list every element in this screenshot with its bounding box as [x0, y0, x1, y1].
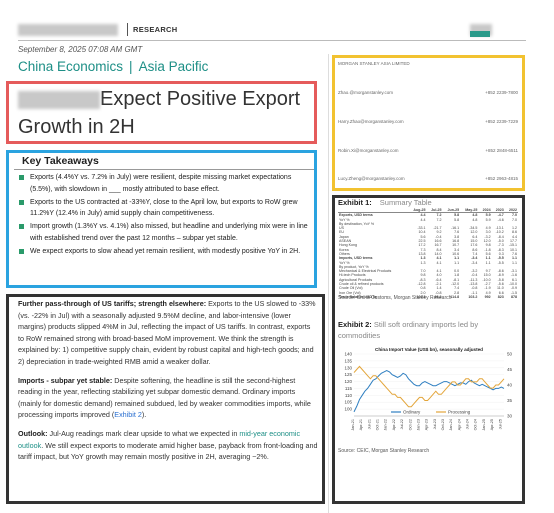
title-line2: Growth in 2H — [18, 116, 135, 138]
x-tick-label: Jul-22 — [400, 419, 404, 429]
x-tick-label: Jan-24 — [449, 419, 453, 431]
p3-lead: Outlook: — [18, 428, 48, 438]
research-label: RESEARCH — [133, 25, 178, 34]
header-divider — [127, 23, 128, 36]
x-tick-label: Apr-22 — [392, 419, 396, 430]
exhibit2-source: Source: CEIC, Morgan Stanley Research — [338, 448, 430, 454]
section-left[interactable]: China Economics — [18, 59, 123, 74]
x-tick-label: Jan-25 — [482, 419, 486, 431]
exhibit1-caption: Summary Table — [379, 198, 432, 207]
exhibit2-title: Exhibit 2: Still soft ordinary imports l… — [338, 319, 518, 341]
column-divider — [328, 54, 329, 513]
p1-text: Exports to the US slowed to -33% (vs. -2… — [18, 299, 316, 366]
header-rule — [18, 40, 526, 41]
table-cell: 823 — [497, 294, 504, 299]
x-tick-label: Jul-24 — [466, 419, 470, 429]
p1-lead: Further pass-through of US tariffs; stre… — [18, 299, 207, 308]
takeaways-rule — [14, 169, 314, 170]
takeaways-heading: Key Takeaways — [22, 155, 99, 167]
y-left-tick-label: 120 — [344, 379, 352, 384]
body-text: Further pass-through of US tariffs; stre… — [18, 298, 318, 470]
x-tick-label: Apr-21 — [359, 419, 363, 430]
x-tick-label: Jul-23 — [433, 419, 437, 429]
y-left-tick-label: 105 — [344, 400, 352, 405]
x-tick-label: Jan-22 — [384, 419, 388, 431]
y-left-tick-label: 140 — [344, 352, 352, 357]
contact-phone: +852 2963-4815 — [485, 176, 518, 181]
title-line1: Expect Positive Export — [100, 88, 301, 110]
exhibit1-title: Exhibit 1: Summary Table — [338, 198, 432, 207]
table-cell: 992 — [484, 294, 491, 299]
chart-title: China Import Value (US$ bn), seasonally … — [375, 347, 483, 352]
y-right-tick-label: 50 — [507, 352, 513, 357]
contact-phone: +852 2848-6511 — [485, 148, 518, 153]
contacts-org: MORGAN STANLEY ASIA LIMITED — [338, 61, 410, 66]
y-left-tick-label: 110 — [345, 393, 353, 398]
y-right-tick-label: 35 — [507, 398, 513, 403]
header-accent-bar — [470, 31, 490, 37]
redacted-title-word — [18, 90, 100, 109]
x-tick-label: Jul-25 — [498, 419, 502, 429]
section-separator: | — [129, 59, 133, 74]
y-right-tick-label: 45 — [507, 367, 513, 372]
p3-text1: Jul-Aug readings mark clear upside to wh… — [47, 428, 240, 438]
y-left-tick-label: 130 — [344, 365, 352, 370]
y-right-tick-label: 40 — [507, 383, 513, 388]
body-paragraph-3: Outlook: Jul-Aug readings mark clear ups… — [18, 428, 318, 463]
contact-row: Zhao.@morganstanley.com +852 2239-7800 — [338, 90, 518, 95]
y-left-tick-label: 100 — [344, 407, 352, 412]
contact-email[interactable]: Harry.Zhao@morganstanley.com — [338, 119, 404, 124]
summary-table: Aug-25 Jul-25 Jun-25 May-25 2024 2023 2022 Exp… — [338, 208, 518, 299]
contact-phone: +852 2239-7800 — [485, 90, 518, 95]
y-left-tick-label: 135 — [344, 358, 352, 363]
x-tick-label: Oct-22 — [408, 419, 412, 430]
x-tick-label: Apr-24 — [457, 419, 461, 430]
series-line-processing — [353, 365, 505, 408]
p3-text2: . We still expect exports to moderate am… — [18, 440, 318, 462]
body-paragraph-2: Imports - subpar yet stable: Despite sof… — [18, 375, 318, 421]
page-title: Expect Positive Export Growth in 2H — [18, 85, 318, 141]
body-paragraph-1: Further pass-through of US tariffs; stre… — [18, 298, 318, 368]
section-right[interactable]: Asia Pacific — [139, 59, 209, 74]
table-cell: 103.2 — [468, 294, 478, 299]
publisher-logo — [18, 24, 118, 36]
x-tick-label: Jul-21 — [367, 419, 371, 429]
x-tick-label: Oct-23 — [441, 419, 445, 430]
contact-phone: +852 2239-7229 — [485, 119, 518, 124]
y-left-tick-label: 125 — [344, 372, 352, 377]
table-cell: 878 — [511, 294, 517, 299]
import-value-chart: China Import Value (US$ bn), seasonally … — [344, 347, 513, 431]
p2-end: ). — [141, 410, 147, 420]
x-tick-label: Jan-23 — [416, 419, 420, 431]
contact-email[interactable]: Robin.Xi@morganstanley.com — [338, 148, 399, 153]
x-tick-label: Jan-21 — [351, 419, 355, 431]
x-tick-label: Apr-23 — [425, 419, 429, 430]
x-tick-label: Oct-21 — [376, 419, 380, 430]
contact-email[interactable]: Zhao.@morganstanley.com — [338, 90, 393, 95]
contact-row: Harry.Zhao@morganstanley.com +852 2239-72… — [338, 119, 518, 124]
publish-date: September 8, 2025 07:08 AM GMT — [18, 45, 143, 54]
contact-row: Lucy.Zheng@morganstanley.com +852 2963-48… — [338, 176, 518, 181]
legend-label-processing: Processing — [448, 410, 471, 415]
p2-lead: Imports - subpar yet stable: — [18, 375, 113, 385]
x-tick-label: Apr-25 — [490, 419, 494, 430]
takeaway-item: We expect exports to slow ahead yet rema… — [18, 246, 310, 258]
exhibit2-label: Exhibit 2: — [338, 320, 372, 329]
contact-email[interactable]: Lucy.Zheng@morganstanley.com — [338, 176, 405, 181]
takeaways-list: Exports (4.4%Y vs. 7.2% in July) were re… — [18, 172, 310, 259]
exhibit1-source: Source: China Customs, Morgan Stanley Re… — [338, 295, 452, 301]
exhibit2-link[interactable]: Exhibit 2 — [114, 410, 142, 419]
exhibit1-label: Exhibit 1: — [338, 198, 372, 207]
section-breadcrumb: China Economics | Asia Pacific — [18, 59, 208, 74]
takeaway-item: Exports (4.4%Y vs. 7.2% in July) were re… — [18, 172, 310, 195]
x-tick-label: Oct-24 — [474, 419, 478, 430]
legend-label-ordinary: Ordinary — [403, 410, 421, 415]
y-left-tick-label: 115 — [345, 386, 353, 391]
takeaway-item: Import growth (1.3%Y vs. 4.1%) also miss… — [18, 221, 310, 244]
y-right-tick-label: 30 — [507, 414, 513, 419]
takeaway-item: Exports to the US contracted at -33%Y, c… — [18, 197, 310, 220]
contact-row: Robin.Xi@morganstanley.com +852 2848-6511 — [338, 148, 518, 153]
